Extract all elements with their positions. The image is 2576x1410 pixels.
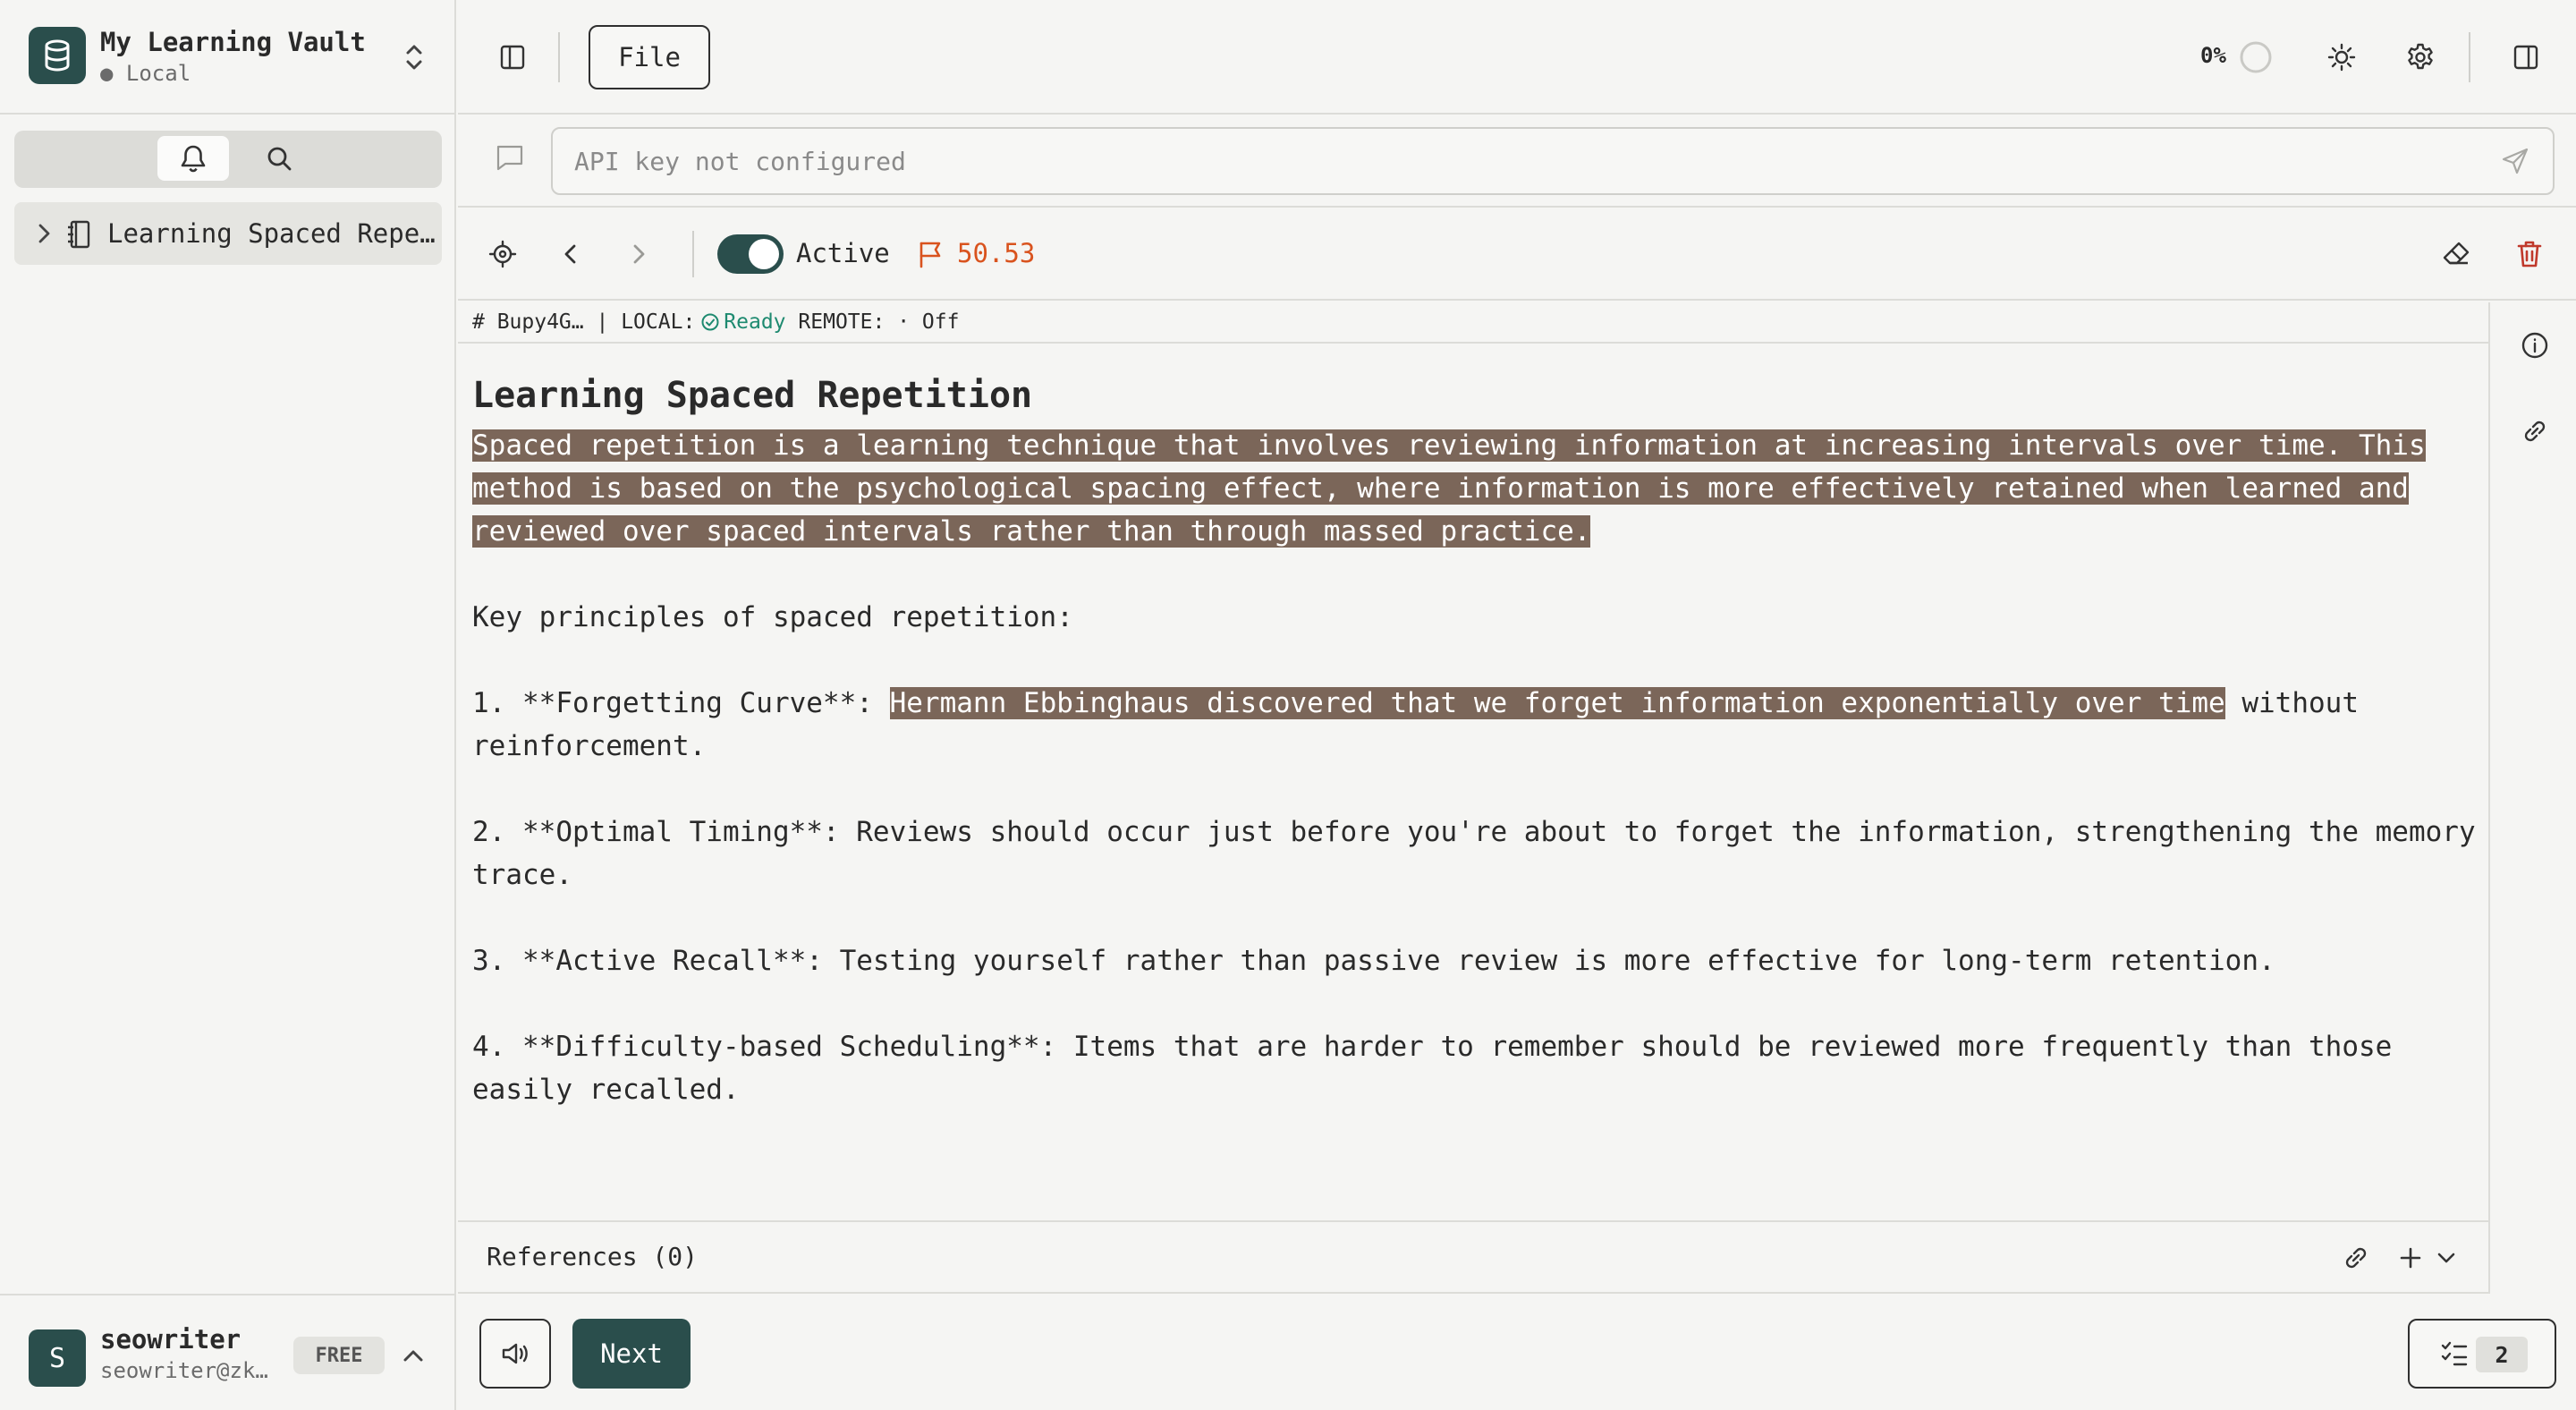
checklist-icon [2440, 1338, 2469, 1369]
principle-4: 4. **Difficulty-based Scheduling**: Item… [472, 1031, 2393, 1106]
references-panel: References (0) [458, 1220, 2488, 1294]
local-label: LOCAL: [621, 310, 696, 334]
vault-status: ● Local [100, 61, 191, 86]
queue-count: 2 [2476, 1337, 2528, 1372]
chat-bubble-icon [492, 140, 528, 175]
card-content[interactable]: Learning Spaced Repetition Spaced repeti… [472, 367, 2476, 1154]
gear-icon[interactable] [2402, 39, 2438, 75]
card-id: # Bupy4G… [472, 310, 584, 334]
priority-value[interactable]: 50.53 [957, 238, 1035, 268]
highlight-extract[interactable]: Spaced repetition is a learning techniqu… [472, 429, 2426, 548]
divider [558, 32, 560, 82]
meta-separator: | [596, 310, 609, 334]
tab-notifications[interactable] [157, 136, 229, 181]
principle-1: 1. **Forgetting Curve**: Hermann Ebbingh… [472, 682, 2476, 768]
divider [2469, 32, 2470, 82]
right-rail [2488, 302, 2576, 1294]
sidebar-tabs [14, 131, 442, 188]
flag-icon[interactable] [912, 236, 948, 272]
top-bar: File 0% [458, 0, 2576, 115]
vault-header[interactable]: My Learning Vault ● Local [0, 0, 456, 115]
card-intro: Spaced repetition is a learning techniqu… [472, 424, 2476, 553]
principle-3: 3. **Active Recall**: Testing yourself r… [472, 945, 2275, 977]
toggle-knob [749, 239, 779, 269]
link-icon[interactable] [2517, 413, 2553, 449]
search-icon [266, 145, 292, 172]
chevron-up-down-icon[interactable] [399, 39, 429, 75]
bottom-bar: Next 2 [458, 1295, 2576, 1410]
file-button[interactable]: File [589, 25, 710, 89]
sun-icon[interactable] [2324, 39, 2360, 75]
sidebar-toggle-icon[interactable] [496, 39, 530, 75]
plus-icon[interactable] [2395, 1242, 2426, 1274]
sidebar-item-learning-spaced-repetition[interactable]: Learning Spaced Repe… [14, 202, 442, 265]
local-status: Ready [724, 310, 786, 334]
active-label: Active [796, 238, 890, 268]
references-label[interactable]: References (0) [487, 1242, 698, 1271]
divider [692, 231, 694, 277]
tab-search[interactable] [243, 136, 315, 181]
active-toggle[interactable] [717, 234, 784, 274]
user-email: seowriter@zk… [100, 1358, 268, 1383]
database-icon [29, 27, 86, 84]
speaker-button[interactable] [479, 1319, 551, 1389]
bell-icon [180, 144, 207, 173]
right-panel-toggle-icon[interactable] [2508, 39, 2544, 75]
chat-bar [458, 116, 2576, 208]
notebook-icon [66, 220, 91, 249]
eraser-icon[interactable] [2438, 236, 2474, 272]
sidebar-item-label: Learning Spaced Repe… [107, 218, 436, 249]
chevron-up-icon[interactable] [399, 1342, 428, 1371]
chevron-right-icon[interactable] [621, 236, 657, 272]
progress-label: 0% [2200, 43, 2226, 68]
user-name: seowriter [100, 1324, 242, 1355]
card-toolbar: Active 50.53 [458, 209, 2576, 301]
avatar: S [29, 1329, 86, 1387]
user-footer[interactable]: S seowriter seowriter@zk… FREE [0, 1294, 456, 1410]
principles-heading: Key principles of spaced repetition: [472, 601, 1073, 633]
locate-icon[interactable] [485, 236, 521, 272]
principle-1-prefix: 1. **Forgetting Curve**: [472, 687, 890, 719]
check-circle-icon [700, 312, 720, 332]
vault-name: My Learning Vault [100, 27, 366, 57]
trash-icon[interactable] [2512, 236, 2547, 272]
chevron-right-icon[interactable] [34, 222, 54, 245]
sync-status-line: # Bupy4G… | LOCAL: Ready REMOTE: · Off [458, 302, 2490, 344]
principle-2: 2. **Optimal Timing**: Reviews should oc… [472, 816, 2476, 891]
remote-status: · Off [897, 310, 960, 334]
speaker-icon [500, 1340, 530, 1367]
chevron-down-icon[interactable] [2433, 1242, 2460, 1274]
remote-label: REMOTE: [798, 310, 886, 334]
card-title: Learning Spaced Repetition [472, 375, 1033, 416]
info-icon[interactable] [2517, 327, 2553, 363]
link-icon[interactable] [2340, 1242, 2372, 1274]
highlight-extract[interactable]: Hermann Ebbinghaus discovered that we fo… [889, 687, 2225, 719]
send-icon[interactable] [2497, 143, 2533, 179]
next-button[interactable]: Next [572, 1319, 691, 1389]
sidebar: My Learning Vault ● Local Learning Space… [0, 0, 456, 1410]
progress-ring-icon [2238, 39, 2274, 75]
queue-button[interactable]: 2 [2408, 1319, 2556, 1389]
plan-badge: FREE [293, 1337, 385, 1374]
chat-input[interactable] [551, 127, 2555, 195]
chevron-left-icon[interactable] [553, 236, 589, 272]
